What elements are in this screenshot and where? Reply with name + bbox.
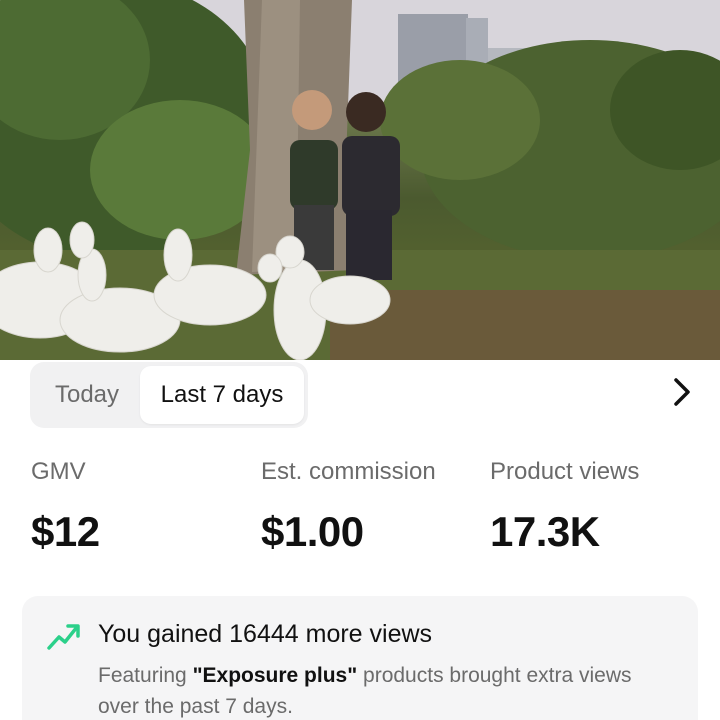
metric-value: $1.00	[261, 508, 364, 555]
trend-up-icon	[47, 624, 80, 650]
metric-est-commission[interactable]: Est. commission $1.00	[261, 458, 436, 556]
insight-description: Featuring "Exposure plus" products broug…	[98, 660, 658, 720]
insight-desc-prefix: Featuring	[98, 664, 193, 687]
insight-card[interactable]: You gained 16444 more views Featuring "E…	[22, 596, 698, 720]
video-frame[interactable]	[0, 0, 720, 360]
chevron-right-icon[interactable]	[664, 374, 700, 410]
metric-value: 17.3K	[490, 508, 600, 555]
metric-product-views[interactable]: Product views 17.3K	[490, 458, 639, 556]
tab-today[interactable]: Today	[34, 366, 140, 424]
page: Today Last 7 days GMV $12 Est. commissio…	[0, 0, 720, 720]
video-scene	[0, 0, 720, 360]
insight-desc-highlight: "Exposure plus"	[192, 664, 358, 687]
metric-value: $12	[31, 508, 100, 555]
tab-last-7-days[interactable]: Last 7 days	[140, 366, 304, 424]
period-tabs: Today Last 7 days	[30, 362, 308, 428]
metric-gmv[interactable]: GMV $12	[31, 458, 100, 556]
metric-label: Est. commission	[261, 458, 436, 485]
metric-label: Product views	[490, 458, 640, 485]
metric-label: GMV	[31, 458, 86, 485]
insight-title: You gained 16444 more views	[98, 620, 433, 648]
